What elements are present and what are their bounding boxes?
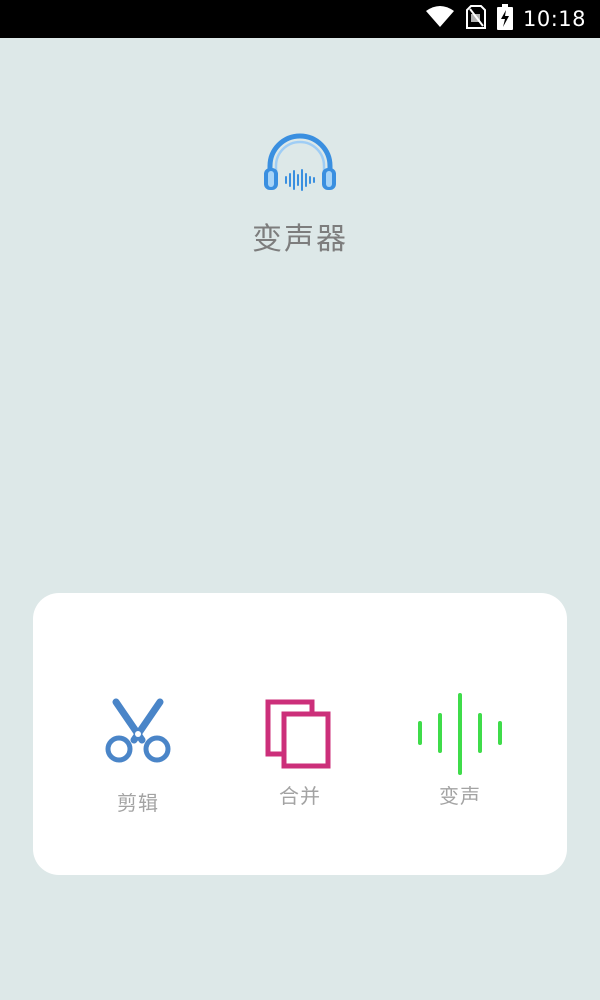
wifi-icon [425, 5, 455, 33]
headphones-waveform-icon [260, 130, 340, 194]
clip-label: 剪辑 [117, 791, 159, 815]
no-sim-icon [465, 4, 487, 34]
merge-label: 合并 [279, 784, 321, 808]
status-icons: 10:18 [425, 0, 586, 38]
voice-change-label: 变声 [439, 784, 481, 808]
status-time: 10:18 [522, 7, 586, 31]
battery-charging-icon [496, 4, 513, 34]
voice-change-button[interactable]: 变声 [395, 593, 525, 875]
clip-button[interactable]: 剪辑 [73, 593, 203, 875]
status-bar: 10:18 [0, 0, 600, 38]
action-card: 剪辑 合并 变声 [33, 593, 567, 875]
merge-button[interactable]: 合并 [235, 593, 365, 875]
merge-icon [235, 698, 365, 770]
app-header: 变声器 [0, 130, 600, 258]
app-title: 变声器 [252, 222, 348, 257]
scissors-icon [73, 698, 203, 766]
sound-wave-icon [395, 693, 525, 775]
